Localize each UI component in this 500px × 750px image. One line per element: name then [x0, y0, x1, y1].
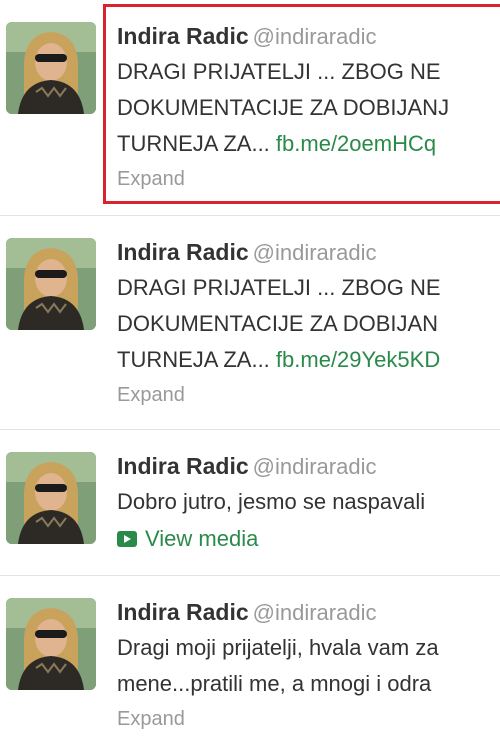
- tweet-username[interactable]: @indiraradic: [253, 600, 377, 625]
- tweet-text-line: DOKUMENTACIJE ZA DOBIJANJ: [117, 95, 450, 120]
- tweet-content: Indira Radic @indiraradic Dobro jutro, je…: [117, 448, 500, 554]
- video-icon: [117, 531, 137, 547]
- tweet-text-line: mene...pratili me, a mnogi i odra: [117, 671, 432, 696]
- avatar-photo: [6, 238, 96, 330]
- tweet-text-line: Dobro jutro, jesmo se naspavali: [117, 489, 426, 514]
- avatar[interactable]: [6, 22, 96, 114]
- tweet-username[interactable]: @indiraradic: [253, 454, 377, 479]
- avatar-photo: [6, 22, 96, 114]
- tweet-link[interactable]: fb.me/2oemHCq: [276, 131, 436, 156]
- avatar[interactable]: [6, 238, 96, 330]
- view-media-link[interactable]: View media: [117, 524, 258, 554]
- tweet-username[interactable]: @indiraradic: [253, 240, 377, 265]
- tweet-username[interactable]: @indiraradic: [253, 24, 377, 49]
- view-media-label: View media: [145, 526, 259, 551]
- tweet-header: Indira Radic @indiraradic: [117, 234, 500, 270]
- tweet-timeline: Indira Radic @indiraradic DRAGI PRIJATELJ…: [0, 0, 500, 750]
- tweet-text-line: DOKUMENTACIJE ZA DOBIJAN: [117, 311, 439, 336]
- tweet-text-line: DRAGI PRIJATELJI ... ZBOG NE: [117, 275, 441, 300]
- tweet-text-line: TURNEJA ZA... fb.me/29Yek5KD: [117, 342, 500, 378]
- tweet-header: Indira Radic @indiraradic: [117, 448, 500, 484]
- avatar[interactable]: [6, 598, 96, 690]
- avatar[interactable]: [6, 452, 96, 544]
- tweet-text-line: DRAGI PRIJATELJI ... ZBOG NE: [117, 59, 441, 84]
- tweet-item[interactable]: Indira Radic @indiraradic Dobro jutro, je…: [0, 430, 500, 576]
- tweet-content: Indira Radic @indiraradic DRAGI PRIJATELJ…: [117, 18, 500, 194]
- tweet-item[interactable]: Indira Radic @indiraradic DRAGI PRIJATELJ…: [0, 0, 500, 216]
- tweet-item[interactable]: Indira Radic @indiraradic Dragi moji prij…: [0, 576, 500, 750]
- avatar-photo: [6, 452, 96, 544]
- tweet-fullname[interactable]: Indira Radic: [117, 599, 249, 625]
- tweet-link[interactable]: fb.me/29Yek5KD: [276, 347, 440, 372]
- tweet-fullname[interactable]: Indira Radic: [117, 23, 249, 49]
- tweet-item[interactable]: Indira Radic @indiraradic DRAGI PRIJATELJ…: [0, 216, 500, 430]
- expand-link[interactable]: Expand: [117, 380, 500, 410]
- tweet-header: Indira Radic @indiraradic: [117, 18, 500, 54]
- tweet-header: Indira Radic @indiraradic: [117, 594, 500, 630]
- tweet-fullname[interactable]: Indira Radic: [117, 239, 249, 265]
- tweet-text-fragment: TURNEJA ZA...: [117, 131, 276, 156]
- avatar-photo: [6, 598, 96, 690]
- expand-link[interactable]: Expand: [117, 164, 500, 194]
- tweet-content: Indira Radic @indiraradic Dragi moji prij…: [117, 594, 500, 734]
- tweet-text-line: Dragi moji prijatelji, hvala vam za: [117, 635, 439, 660]
- tweet-content: Indira Radic @indiraradic DRAGI PRIJATELJ…: [117, 234, 500, 410]
- tweet-text-fragment: TURNEJA ZA...: [117, 347, 276, 372]
- expand-link[interactable]: Expand: [117, 704, 500, 734]
- tweet-text-line: TURNEJA ZA... fb.me/2oemHCq: [117, 126, 500, 162]
- tweet-fullname[interactable]: Indira Radic: [117, 453, 249, 479]
